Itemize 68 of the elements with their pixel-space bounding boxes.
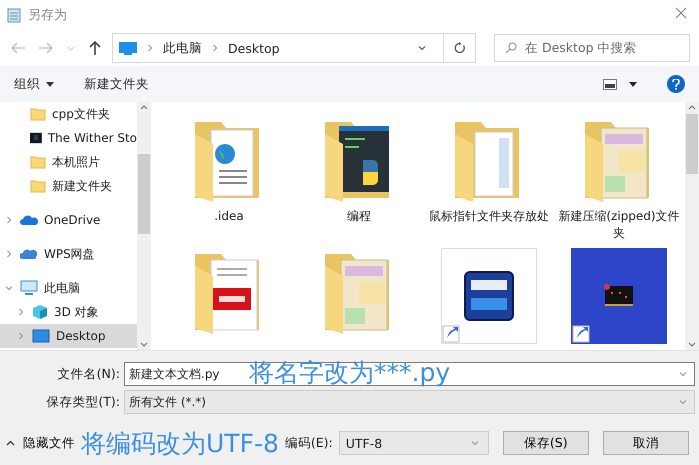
cancel-button[interactable]: 取消 xyxy=(602,431,689,455)
file-name-field[interactable]: 新建文本文档.py 将名字改为***.py xyxy=(124,362,695,386)
cube-icon xyxy=(32,304,48,320)
file-type-label: 保存类型(T): xyxy=(45,394,121,410)
tree-item[interactable]: 3D 对象 xyxy=(0,300,137,324)
caret-icon[interactable] xyxy=(629,82,637,86)
cloud-icon xyxy=(20,214,38,226)
hide-folders-button[interactable]: 隐藏文件 xyxy=(6,434,75,452)
chevron-icon[interactable] xyxy=(145,43,155,53)
folder-icon xyxy=(30,154,46,170)
search-field[interactable]: 在 Desktop 中搜索 xyxy=(494,34,690,62)
caret-up-icon xyxy=(6,440,15,446)
file-name[interactable]: 新建压缩(zipped)文件夹 xyxy=(557,208,681,242)
arrow-left-icon xyxy=(10,41,26,55)
help-icon[interactable] xyxy=(667,75,685,93)
quick-access-item[interactable]: The Wither Sto xyxy=(0,126,137,150)
breadcrumb-item[interactable]: Desktop xyxy=(228,40,280,56)
quick-access-item[interactable]: 新建文件夹 xyxy=(0,174,137,198)
breadcrumb-item[interactable]: 此电脑 xyxy=(163,40,202,56)
computer-icon xyxy=(119,41,137,55)
arrow-up-icon xyxy=(88,40,102,56)
scroll-thumb[interactable] xyxy=(138,154,150,234)
window-title: 另存为 xyxy=(28,7,68,24)
thumbnail-icon xyxy=(30,130,42,146)
notepad-icon xyxy=(6,7,22,23)
chevron-icon[interactable] xyxy=(470,438,480,448)
quick-access-item[interactable]: cpp文件夹 xyxy=(0,102,137,126)
chevron-icon[interactable] xyxy=(4,215,14,225)
folder-icon xyxy=(30,106,46,122)
chevron-icon[interactable] xyxy=(210,43,220,53)
tree-item[interactable]: OneDrive xyxy=(0,208,137,232)
scroll-thumb[interactable] xyxy=(686,114,698,174)
file-type-dropdown[interactable]: 所有文件 (*.*) xyxy=(124,390,695,414)
encoding-dropdown[interactable]: UTF-8 xyxy=(338,431,489,455)
caret-icon xyxy=(46,82,54,86)
organize-menu[interactable]: 组织 xyxy=(14,76,54,92)
refresh-icon xyxy=(454,42,466,54)
new-folder-button[interactable]: 新建文件夹 xyxy=(84,76,149,92)
encoding-label: 编码(E): xyxy=(284,434,333,452)
folder-icon xyxy=(30,178,46,194)
chevron-icon[interactable] xyxy=(16,307,26,317)
file-name[interactable]: .idea xyxy=(167,208,291,225)
file-name[interactable]: 编程 xyxy=(297,208,421,225)
chevron-icon[interactable] xyxy=(4,249,14,259)
annotation-text: 将编码改为UTF-8 xyxy=(81,428,279,460)
application-icon xyxy=(571,248,667,344)
address-bar[interactable]: 此电脑 Desktop xyxy=(112,33,476,63)
close-icon xyxy=(675,7,687,19)
scrollbar[interactable] xyxy=(685,102,699,350)
tree-item[interactable]: Desktop xyxy=(0,324,137,348)
file-name-label: 文件名(N): xyxy=(56,366,121,382)
arrow-right-icon xyxy=(38,41,54,55)
search-icon xyxy=(505,42,517,54)
desktop-icon xyxy=(32,329,50,343)
cloud-icon xyxy=(20,248,38,260)
chevron-icon[interactable] xyxy=(678,369,688,379)
tree-item[interactable]: 此电脑 xyxy=(0,276,137,300)
file-name[interactable]: 鼠标指针文件夹存放处 xyxy=(427,208,551,225)
quick-access-item[interactable]: 本机照片 xyxy=(0,150,137,174)
application-icon xyxy=(441,248,537,344)
scrollbar[interactable] xyxy=(137,102,151,350)
chevron-icon[interactable] xyxy=(4,283,14,293)
chevron-icon[interactable] xyxy=(417,43,427,53)
chevron-icon[interactable] xyxy=(678,397,688,407)
computer-icon xyxy=(20,280,38,296)
tree-item[interactable]: WPS网盘 xyxy=(0,242,137,266)
save-button[interactable]: 保存(S) xyxy=(502,431,589,455)
view-icon[interactable] xyxy=(603,78,617,90)
